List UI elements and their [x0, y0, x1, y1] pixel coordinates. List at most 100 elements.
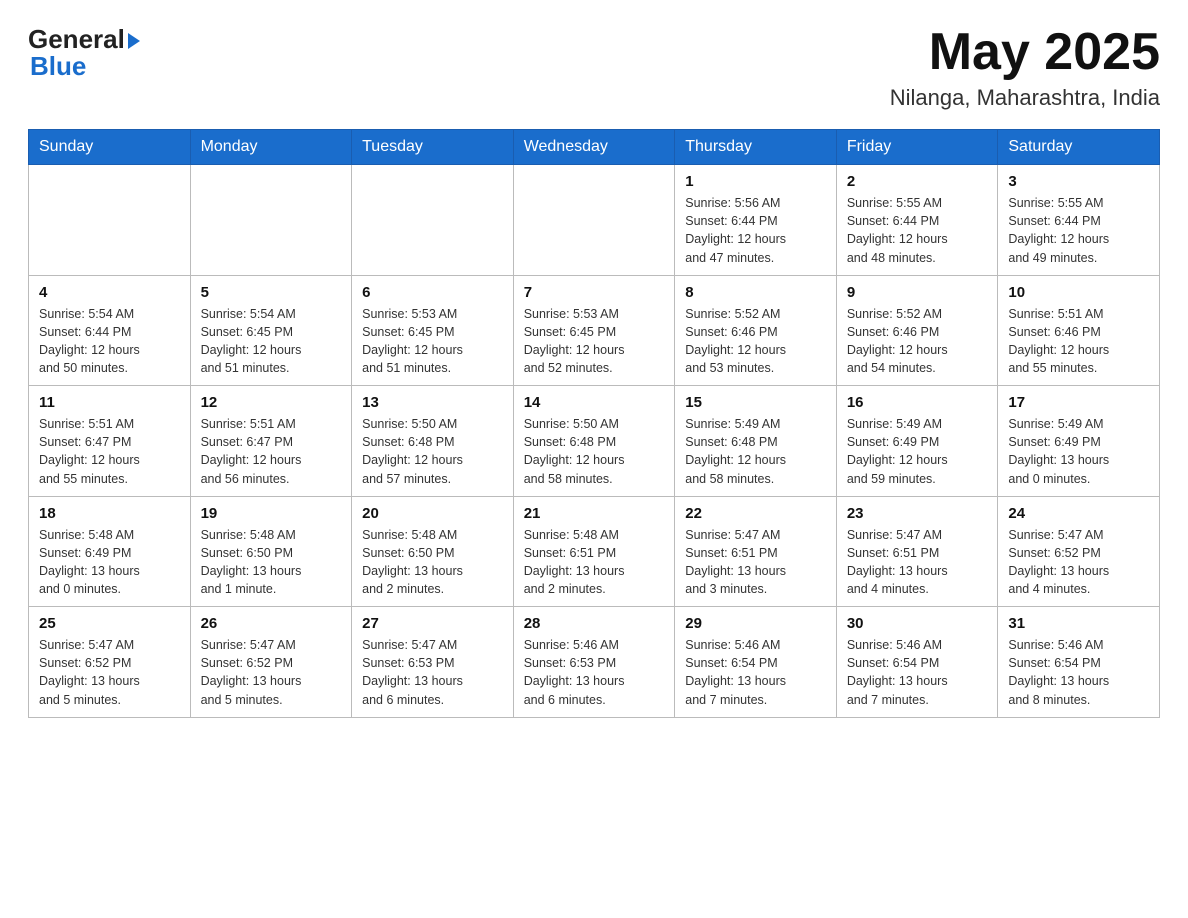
- title-area: May 2025 Nilanga, Maharashtra, India: [890, 24, 1160, 111]
- day-header-thursday: Thursday: [675, 130, 837, 165]
- day-cell-17: 17 Sunrise: 5:49 AMSunset: 6:49 PMDayligh…: [998, 386, 1160, 497]
- day-cell-10: 10Sunrise: 5:51 AMSunset: 6:46 PMDayligh…: [998, 275, 1160, 386]
- day-number: 14: [524, 394, 665, 411]
- day-info: Sunrise: 5:47 AMSunset: 6:51 PMDaylight:…: [685, 526, 826, 599]
- day-number: 9: [847, 284, 988, 301]
- empty-cell: [29, 165, 191, 276]
- day-header-friday: Friday: [836, 130, 998, 165]
- day-info: Sunrise: 5:48 AMSunset: 6:50 PMDaylight:…: [201, 526, 342, 599]
- day-info: Sunrise: 5:56 AMSunset: 6:44 PMDaylight:…: [685, 194, 826, 267]
- day-info: Sunrise: 5:51 AMSunset: 6:47 PMDaylight:…: [201, 415, 342, 488]
- day-cell-16: 16Sunrise: 5:49 AMSunset: 6:49 PMDayligh…: [836, 386, 998, 497]
- day-number: 20: [362, 505, 503, 522]
- empty-cell: [352, 165, 514, 276]
- empty-cell: [190, 165, 352, 276]
- day-number: 7: [524, 284, 665, 301]
- day-cell-4: 4 Sunrise: 5:54 AMSunset: 6:44 PMDaylight…: [29, 275, 191, 386]
- day-number: 19: [201, 505, 342, 522]
- day-number: 8: [685, 284, 826, 301]
- day-info: Sunrise: 5:47 AMSunset: 6:51 PMDaylight:…: [847, 526, 988, 599]
- day-header-saturday: Saturday: [998, 130, 1160, 165]
- day-number: 12: [201, 394, 342, 411]
- logo-blue: Blue: [30, 51, 140, 82]
- day-cell-13: 13 Sunrise: 5:50 AMSunset: 6:48 PMDayligh…: [352, 386, 514, 497]
- day-number: 10: [1008, 284, 1149, 301]
- day-number: 24: [1008, 505, 1149, 522]
- day-number: 13: [362, 394, 503, 411]
- day-number: 15: [685, 394, 826, 411]
- week-row-2: 4 Sunrise: 5:54 AMSunset: 6:44 PMDaylight…: [29, 275, 1160, 386]
- day-cell-26: 26Sunrise: 5:47 AMSunset: 6:52 PMDayligh…: [190, 607, 352, 718]
- day-info: Sunrise: 5:50 AMSunset: 6:48 PMDaylight:…: [524, 415, 665, 488]
- day-number: 3: [1008, 173, 1149, 190]
- day-number: 29: [685, 615, 826, 632]
- day-cell-30: 30 Sunrise: 5:46 AMSunset: 6:54 PMDayligh…: [836, 607, 998, 718]
- day-info: Sunrise: 5:55 AMSunset: 6:44 PMDaylight:…: [847, 194, 988, 267]
- day-cell-14: 14 Sunrise: 5:50 AMSunset: 6:48 PMDayligh…: [513, 386, 675, 497]
- day-number: 30: [847, 615, 988, 632]
- day-number: 26: [201, 615, 342, 632]
- day-info: Sunrise: 5:51 AMSunset: 6:47 PMDaylight:…: [39, 415, 180, 488]
- day-header-tuesday: Tuesday: [352, 130, 514, 165]
- day-cell-31: 31Sunrise: 5:46 AMSunset: 6:54 PMDayligh…: [998, 607, 1160, 718]
- day-cell-5: 5 Sunrise: 5:54 AMSunset: 6:45 PMDaylight…: [190, 275, 352, 386]
- day-cell-6: 6 Sunrise: 5:53 AMSunset: 6:45 PMDaylight…: [352, 275, 514, 386]
- day-info: Sunrise: 5:47 AMSunset: 6:52 PMDaylight:…: [39, 636, 180, 709]
- logo: General Blue: [28, 24, 140, 82]
- day-info: Sunrise: 5:46 AMSunset: 6:53 PMDaylight:…: [524, 636, 665, 709]
- header: General Blue May 2025 Nilanga, Maharasht…: [28, 24, 1160, 111]
- day-header-wednesday: Wednesday: [513, 130, 675, 165]
- day-cell-12: 12 Sunrise: 5:51 AMSunset: 6:47 PMDayligh…: [190, 386, 352, 497]
- day-cell-20: 20Sunrise: 5:48 AMSunset: 6:50 PMDayligh…: [352, 496, 514, 607]
- month-title: May 2025: [890, 24, 1160, 81]
- day-number: 17: [1008, 394, 1149, 411]
- day-info: Sunrise: 5:47 AMSunset: 6:52 PMDaylight:…: [1008, 526, 1149, 599]
- day-header-sunday: Sunday: [29, 130, 191, 165]
- day-info: Sunrise: 5:53 AMSunset: 6:45 PMDaylight:…: [362, 305, 503, 378]
- day-info: Sunrise: 5:48 AMSunset: 6:49 PMDaylight:…: [39, 526, 180, 599]
- day-info: Sunrise: 5:50 AMSunset: 6:48 PMDaylight:…: [362, 415, 503, 488]
- day-number: 1: [685, 173, 826, 190]
- day-cell-19: 19 Sunrise: 5:48 AMSunset: 6:50 PMDayligh…: [190, 496, 352, 607]
- day-info: Sunrise: 5:46 AMSunset: 6:54 PMDaylight:…: [685, 636, 826, 709]
- day-number: 28: [524, 615, 665, 632]
- day-cell-3: 3 Sunrise: 5:55 AMSunset: 6:44 PMDaylight…: [998, 165, 1160, 276]
- calendar-header-row: SundayMondayTuesdayWednesdayThursdayFrid…: [29, 130, 1160, 165]
- day-info: Sunrise: 5:46 AMSunset: 6:54 PMDaylight:…: [1008, 636, 1149, 709]
- day-cell-27: 27Sunrise: 5:47 AMSunset: 6:53 PMDayligh…: [352, 607, 514, 718]
- day-cell-23: 23 Sunrise: 5:47 AMSunset: 6:51 PMDayligh…: [836, 496, 998, 607]
- day-cell-28: 28 Sunrise: 5:46 AMSunset: 6:53 PMDayligh…: [513, 607, 675, 718]
- week-row-1: 1 Sunrise: 5:56 AMSunset: 6:44 PMDaylight…: [29, 165, 1160, 276]
- calendar: SundayMondayTuesdayWednesdayThursdayFrid…: [28, 129, 1160, 718]
- day-cell-15: 15 Sunrise: 5:49 AMSunset: 6:48 PMDayligh…: [675, 386, 837, 497]
- day-info: Sunrise: 5:52 AMSunset: 6:46 PMDaylight:…: [685, 305, 826, 378]
- day-number: 21: [524, 505, 665, 522]
- day-number: 22: [685, 505, 826, 522]
- day-header-monday: Monday: [190, 130, 352, 165]
- day-info: Sunrise: 5:52 AMSunset: 6:46 PMDaylight:…: [847, 305, 988, 378]
- day-info: Sunrise: 5:49 AMSunset: 6:49 PMDaylight:…: [1008, 415, 1149, 488]
- day-cell-1: 1 Sunrise: 5:56 AMSunset: 6:44 PMDaylight…: [675, 165, 837, 276]
- day-number: 5: [201, 284, 342, 301]
- day-info: Sunrise: 5:49 AMSunset: 6:49 PMDaylight:…: [847, 415, 988, 488]
- day-number: 6: [362, 284, 503, 301]
- day-info: Sunrise: 5:48 AMSunset: 6:51 PMDaylight:…: [524, 526, 665, 599]
- day-number: 23: [847, 505, 988, 522]
- day-cell-7: 7Sunrise: 5:53 AMSunset: 6:45 PMDaylight…: [513, 275, 675, 386]
- day-number: 27: [362, 615, 503, 632]
- day-cell-25: 25Sunrise: 5:47 AMSunset: 6:52 PMDayligh…: [29, 607, 191, 718]
- day-info: Sunrise: 5:54 AMSunset: 6:44 PMDaylight:…: [39, 305, 180, 378]
- day-info: Sunrise: 5:46 AMSunset: 6:54 PMDaylight:…: [847, 636, 988, 709]
- day-cell-21: 21 Sunrise: 5:48 AMSunset: 6:51 PMDayligh…: [513, 496, 675, 607]
- day-cell-9: 9 Sunrise: 5:52 AMSunset: 6:46 PMDaylight…: [836, 275, 998, 386]
- day-info: Sunrise: 5:49 AMSunset: 6:48 PMDaylight:…: [685, 415, 826, 488]
- day-cell-24: 24 Sunrise: 5:47 AMSunset: 6:52 PMDayligh…: [998, 496, 1160, 607]
- week-row-5: 25Sunrise: 5:47 AMSunset: 6:52 PMDayligh…: [29, 607, 1160, 718]
- day-cell-8: 8 Sunrise: 5:52 AMSunset: 6:46 PMDaylight…: [675, 275, 837, 386]
- day-info: Sunrise: 5:55 AMSunset: 6:44 PMDaylight:…: [1008, 194, 1149, 267]
- day-cell-18: 18Sunrise: 5:48 AMSunset: 6:49 PMDayligh…: [29, 496, 191, 607]
- day-number: 4: [39, 284, 180, 301]
- day-cell-22: 22 Sunrise: 5:47 AMSunset: 6:51 PMDayligh…: [675, 496, 837, 607]
- day-info: Sunrise: 5:54 AMSunset: 6:45 PMDaylight:…: [201, 305, 342, 378]
- day-number: 2: [847, 173, 988, 190]
